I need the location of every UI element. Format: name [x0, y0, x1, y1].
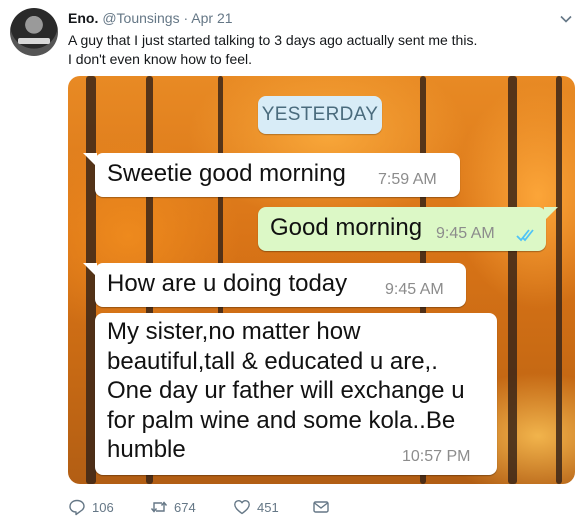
- message-text: Sweetie good morning: [107, 160, 346, 187]
- message-text: How are u doing today: [107, 270, 348, 297]
- separator-dot: ·: [183, 10, 189, 26]
- caret-down-icon[interactable]: [559, 12, 573, 26]
- message-time: 9:45 AM: [436, 225, 495, 242]
- direct-message-icon: [313, 501, 329, 513]
- date-pill: YESTERDAY: [258, 96, 382, 134]
- like-icon: [234, 500, 250, 515]
- message-time: 10:57 PM: [402, 448, 471, 465]
- chat-bubble-incoming: Sweetie good morning 7:59 AM: [83, 153, 460, 197]
- tree-trunk: [508, 76, 517, 484]
- avatar[interactable]: [10, 8, 58, 56]
- message-time: 9:45 AM: [385, 281, 444, 298]
- retweet-button[interactable]: 674: [150, 498, 196, 516]
- retweet-count: 674: [174, 499, 196, 515]
- chat-bubble-incoming: How are u doing today 9:45 AM: [83, 263, 466, 307]
- double-tick-icon: [516, 229, 534, 242]
- user-handle[interactable]: @Tounsings: [102, 10, 179, 26]
- chat-bubble-outgoing: Good morning 9:45 AM: [258, 207, 558, 251]
- tweet-text: A guy that I just started talking to 3 d…: [68, 31, 568, 69]
- tweet-date[interactable]: Apr 21: [191, 10, 232, 26]
- message-text: Good morning: [270, 214, 423, 241]
- retweet-icon: [150, 501, 168, 513]
- like-button[interactable]: 451: [233, 498, 279, 516]
- reply-button[interactable]: 106: [68, 498, 114, 516]
- tweet-text-line: I don't even know how to feel.: [68, 51, 253, 67]
- display-name[interactable]: Eno.: [68, 10, 98, 26]
- tweet-header: Eno. @Tounsings · Apr 21: [68, 9, 233, 27]
- reply-count: 106: [92, 499, 114, 515]
- message-time: 7:59 AM: [378, 171, 437, 188]
- tweet-text-line: A guy that I just started talking to 3 d…: [68, 32, 478, 48]
- tweet-card: Eno. @Tounsings · Apr 21 A guy that I jus…: [0, 0, 587, 529]
- message-text: My sister,no matter how beautiful,tall &…: [107, 318, 465, 463]
- reply-icon: [69, 499, 85, 516]
- tweet-media-image[interactable]: YESTERDAY Sweetie good morning 7:59 AM G…: [68, 76, 575, 484]
- tree-trunk: [556, 76, 562, 484]
- chat-bubble-incoming: My sister,no matter how beautiful,tall &…: [95, 313, 497, 475]
- direct-message-button[interactable]: [312, 498, 330, 516]
- like-count: 451: [257, 499, 279, 515]
